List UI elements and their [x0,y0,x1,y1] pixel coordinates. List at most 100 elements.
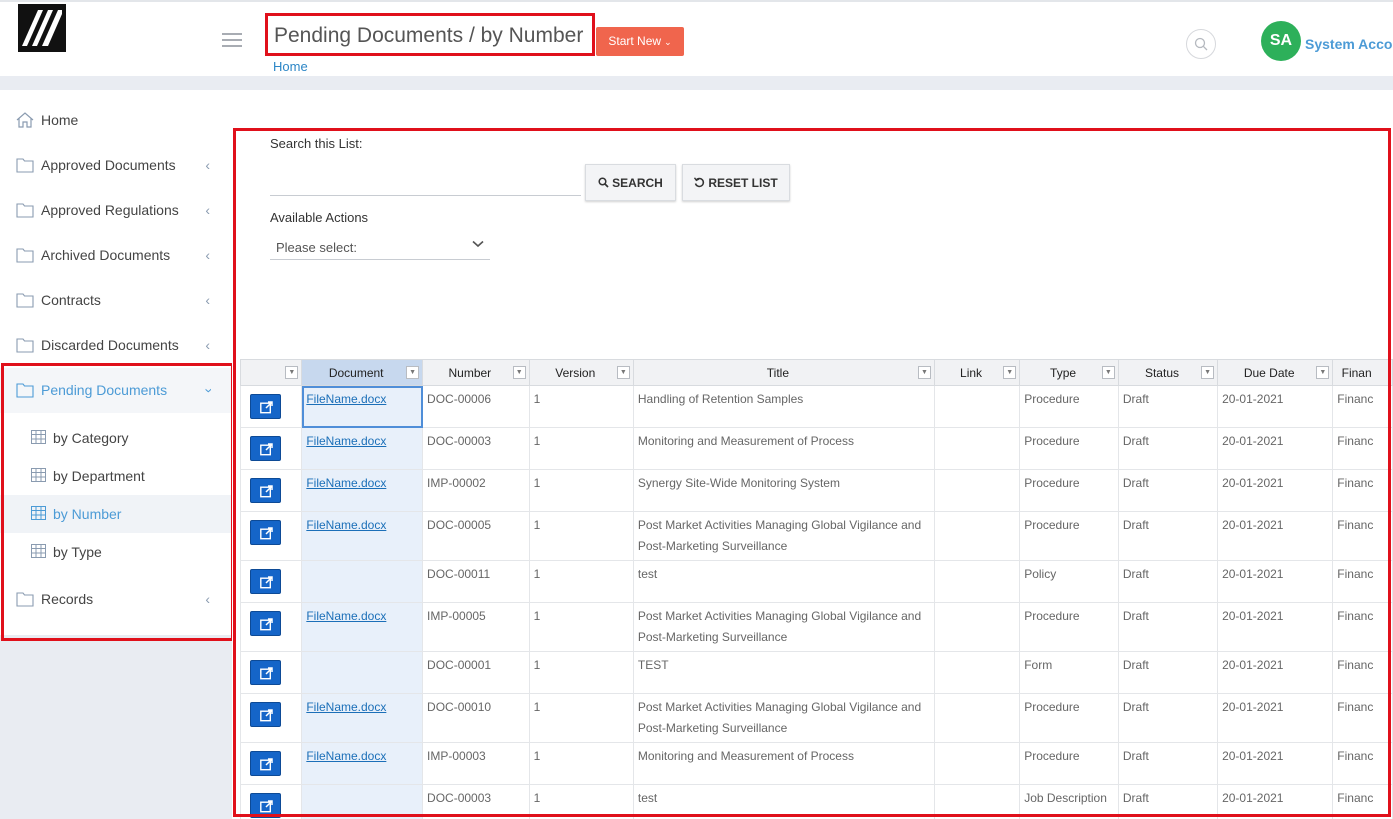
sidebar-item-label: Approved Regulations [41,202,179,218]
filter-icon[interactable]: ▼ [285,366,299,379]
sidebar-subitem-by-category[interactable]: by Category [0,419,232,457]
status-cell: Draft [1117,385,1219,428]
user-name[interactable]: System Acco [1305,36,1392,52]
start-new-button[interactable]: Start New ⌄ [596,27,684,56]
filter-icon[interactable]: ▼ [616,366,630,379]
sidebar-item-approved-regulations[interactable]: Approved Regulations ‹ [0,188,232,233]
document-link[interactable]: FileName.docx [306,749,386,763]
table-icon [31,468,46,482]
open-document-button[interactable] [250,394,281,419]
status-cell: Draft [1117,742,1219,785]
title-cell: Post Market Activities Managing Global V… [632,602,935,652]
table-row[interactable]: FileName.docx IMP-00005 1 Post Market Activ… [240,602,1393,652]
filter-icon[interactable]: ▼ [406,366,420,379]
open-document-button[interactable] [250,611,281,636]
column-header-number[interactable]: Number ▼ [422,359,530,386]
open-document-button[interactable] [250,793,281,818]
reset-icon [694,177,705,188]
due-date-cell: 20-01-2021 [1217,784,1334,819]
open-cell [240,511,303,561]
table-row[interactable]: DOC-00001 1 TEST Form Draft 20-01-2021 Financ [240,651,1393,694]
column-header-title[interactable]: Title ▼ [632,359,935,386]
search-input[interactable] [270,168,581,196]
search-button[interactable]: SEARCH [585,164,676,201]
filter-icon[interactable]: ▼ [1201,366,1215,379]
filter-icon[interactable]: ▼ [512,366,526,379]
version-cell: 1 [528,385,634,428]
page-title: Pending Documents / by Number [265,13,595,56]
available-actions-select[interactable]: Please select: [270,236,490,260]
open-document-button[interactable] [250,660,281,685]
sidebar-item-contracts[interactable]: Contracts ‹ [0,278,232,323]
document-link[interactable]: FileName.docx [306,434,386,448]
number-cell: IMP-00005 [422,602,530,652]
menu-toggle-icon[interactable] [222,33,242,47]
document-link[interactable]: FileName.docx [306,392,386,406]
table-row[interactable]: FileName.docx DOC-00006 1 Handling of Reten… [240,385,1393,428]
number-cell: DOC-00005 [422,511,530,561]
sidebar-item-discarded-documents[interactable]: Discarded Documents ‹ [0,323,232,368]
table-row[interactable]: FileName.docx DOC-00005 1 Post Market Activ… [240,511,1393,561]
column-header-due-date[interactable]: Due Date ▼ [1217,359,1334,386]
column-header-open[interactable]: ▼ [240,359,303,386]
due-date-cell: 20-01-2021 [1217,602,1334,652]
due-date-cell: 20-01-2021 [1217,427,1334,470]
table-row[interactable]: FileName.docx IMP-00003 1 Monitoring and Me… [240,742,1393,785]
title-cell: Handling of Retention Samples [632,385,935,428]
user-avatar[interactable]: SA [1261,21,1301,61]
sidebar-item-approved-documents[interactable]: Approved Documents ‹ [0,143,232,188]
reset-list-button[interactable]: RESET LIST [682,164,790,201]
sidebar-item-archived-documents[interactable]: Archived Documents ‹ [0,233,232,278]
title-cell: Monitoring and Measurement of Process [632,427,935,470]
sidebar-item-records[interactable]: Records ‹ [0,577,232,622]
open-document-button[interactable] [250,751,281,776]
chevron-left-icon: ‹ [205,337,210,353]
table-row[interactable]: DOC-00003 1 test Job Description Draft 20-01-… [240,784,1393,819]
sidebar-item-pending-documents[interactable]: Pending Documents ‹ [0,368,232,413]
sidebar-subitem-by-type[interactable]: by Type [0,533,232,571]
breadcrumb-home[interactable]: Home [273,59,308,74]
filter-icon[interactable]: ▼ [1316,366,1330,379]
open-document-button[interactable] [250,436,281,461]
extra-cell: Financ [1332,784,1393,819]
open-cell [240,560,303,603]
open-document-button[interactable] [250,520,281,545]
version-cell: 1 [528,560,634,603]
extra-cell: Financ [1332,385,1393,428]
document-link[interactable]: FileName.docx [306,609,386,623]
document-link[interactable]: FileName.docx [306,518,386,532]
sidebar-item-home[interactable]: Home [0,98,232,143]
column-header-version[interactable]: Version ▼ [528,359,634,386]
table-row[interactable]: DOC-00011 1 test Policy Draft 20-01-2021 Finan… [240,560,1393,603]
extra-cell: Financ [1332,427,1393,470]
external-link-icon [260,443,273,456]
table-row[interactable]: FileName.docx DOC-00003 1 Monitoring and Me… [240,427,1393,470]
document-cell: FileName.docx [301,469,424,512]
column-header-link[interactable]: Link ▼ [933,359,1021,386]
column-header-document[interactable]: Document ▼ [301,359,424,386]
version-cell: 1 [528,427,634,470]
extra-cell: Financ [1332,511,1393,561]
column-header-type[interactable]: Type ▼ [1019,359,1119,386]
filter-icon[interactable]: ▼ [1101,366,1115,379]
table-row[interactable]: FileName.docx IMP-00002 1 Synergy Site-Wide… [240,469,1393,512]
filter-icon[interactable]: ▼ [917,366,931,379]
extra-cell: Financ [1332,560,1393,603]
open-document-button[interactable] [250,478,281,503]
document-link[interactable]: FileName.docx [306,476,386,490]
column-header-status[interactable]: Status ▼ [1117,359,1219,386]
sidebar-subitem-by-department[interactable]: by Department [0,457,232,495]
open-document-button[interactable] [250,569,281,594]
open-document-button[interactable] [250,702,281,727]
table-row[interactable]: FileName.docx DOC-00010 1 Post Market Activ… [240,693,1393,743]
status-cell: Draft [1117,693,1219,743]
document-link[interactable]: FileName.docx [306,700,386,714]
column-header-extra[interactable]: Finan [1332,359,1393,386]
global-search-button[interactable] [1186,29,1216,59]
filter-icon[interactable]: ▼ [1003,366,1017,379]
sidebar-subitem-by-number[interactable]: by Number [0,495,232,533]
sidebar-subitem-label: by Category [53,430,129,446]
number-cell: DOC-00011 [422,560,530,603]
extra-cell: Financ [1332,651,1393,694]
reset-button-label: RESET LIST [708,175,778,190]
